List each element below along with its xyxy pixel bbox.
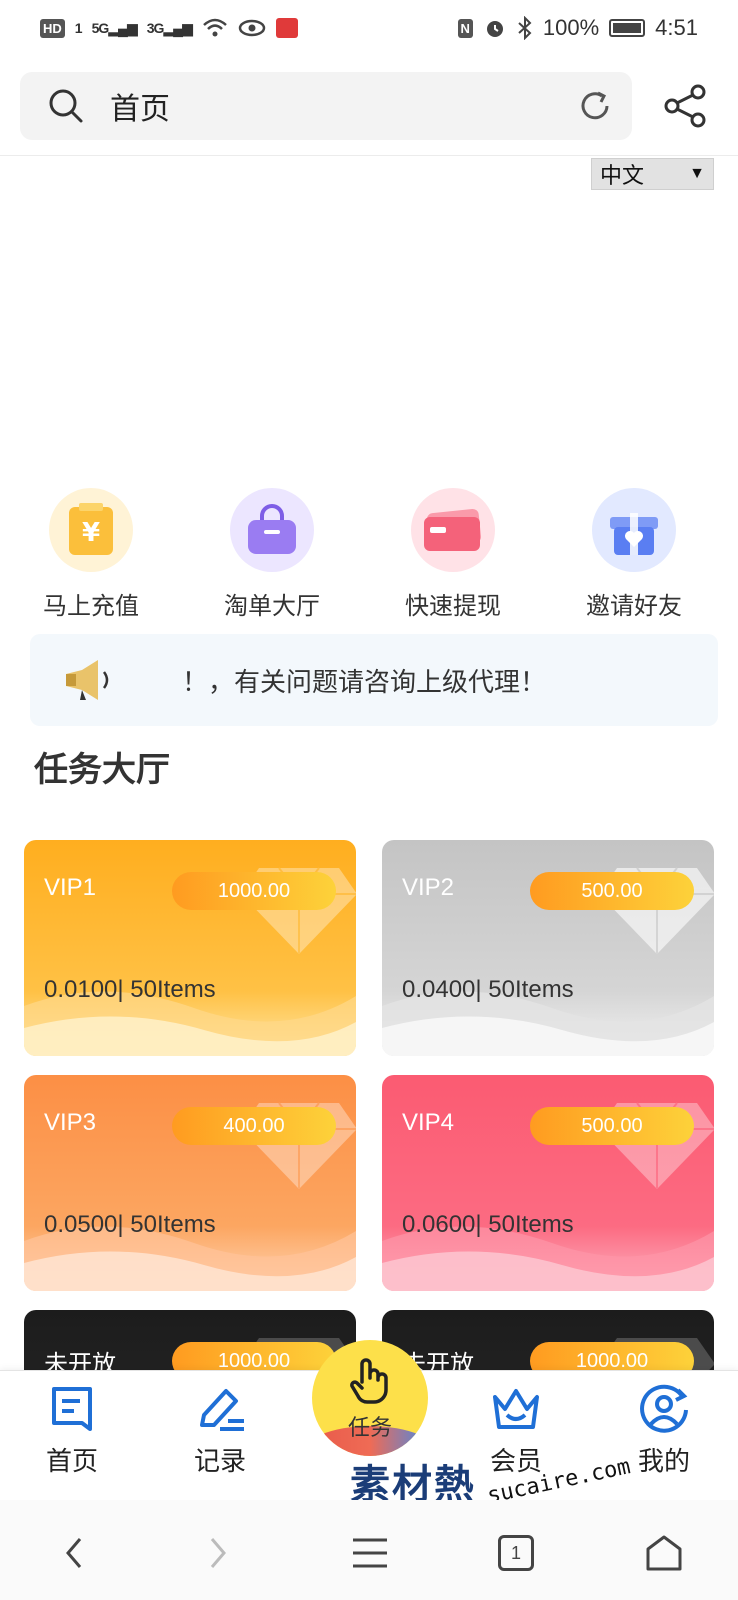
hd-badge: HD xyxy=(40,18,65,38)
clock: 4:51 xyxy=(655,15,698,40)
home-icon xyxy=(646,1535,682,1571)
status-left: HD 1 5G▂▄▆ 3G▂▄▆ xyxy=(40,17,298,39)
search-icon xyxy=(49,89,83,123)
vip-price-badge: 400.00 xyxy=(172,1107,336,1145)
pen-icon xyxy=(193,1383,247,1437)
vip-price-badge: 1000.00 xyxy=(172,872,336,910)
chevron-left-icon xyxy=(66,1538,82,1568)
card-icon xyxy=(411,488,495,572)
alarm-icon xyxy=(486,21,503,37)
notice-bar[interactable]: ！，有关问题请咨询上级代理！ xyxy=(30,634,718,726)
quick-action-label: 邀请好友 xyxy=(586,593,682,620)
tab-home[interactable]: 首页 xyxy=(12,1383,132,1478)
vip-commission-info: 0.0100| 50Items xyxy=(44,976,216,1003)
vip-name: VIP4 xyxy=(402,1109,455,1136)
menu-icon xyxy=(353,1538,387,1568)
forward-button[interactable] xyxy=(190,1528,246,1578)
vip-card[interactable]: VIP2 500.00 0.0400| 50Items xyxy=(382,840,714,1056)
tab-records[interactable]: 记录 xyxy=(160,1383,280,1478)
section-title: 任务大厅 xyxy=(34,751,170,789)
share-icon[interactable] xyxy=(662,82,710,130)
gift-icon xyxy=(592,488,676,572)
chevron-right-icon xyxy=(210,1538,226,1568)
battery-icon xyxy=(609,19,646,37)
vip-commission-info: 0.0600| 50Items xyxy=(402,1211,574,1238)
tap-hand-icon xyxy=(350,1358,388,1404)
quick-action-label: 淘单大厅 xyxy=(224,593,320,620)
megaphone-icon xyxy=(66,660,109,700)
browser-toolbar: 首页 xyxy=(0,56,738,156)
vip-card[interactable]: VIP1 1000.00 0.0100| 50Items xyxy=(24,840,356,1056)
tab-label: 首页 xyxy=(45,1446,98,1476)
vip-commission-info: 0.0500| 50Items xyxy=(44,1211,216,1238)
browser-nav-bar: 1 xyxy=(0,1500,738,1600)
user-icon xyxy=(637,1383,691,1437)
vip-card[interactable]: VIP4 500.00 0.0600| 50Items xyxy=(382,1075,714,1291)
quick-actions: ¥ 马上充值 淘单大厅 快速提现 邀请好友 xyxy=(0,488,738,621)
language-value: 中文 xyxy=(600,163,645,188)
recharge-icon: ¥ xyxy=(49,488,133,572)
vip-commission-info: 0.0400| 50Items xyxy=(402,976,574,1003)
notice-text: ！，有关问题请咨询上级代理！ xyxy=(182,667,547,697)
tabs-button[interactable]: 1 xyxy=(488,1528,544,1578)
wifi-icon xyxy=(203,18,227,37)
quick-action-orders[interactable]: 淘单大厅 xyxy=(187,488,357,621)
app-notification-icon xyxy=(275,18,298,38)
tab-label: 我的 xyxy=(637,1446,690,1476)
home-button[interactable] xyxy=(636,1528,692,1578)
quick-action-label: 快速提现 xyxy=(405,593,501,620)
quick-action-withdraw[interactable]: 快速提现 xyxy=(368,488,538,621)
tab-count: 1 xyxy=(510,1542,521,1563)
home-doc-icon xyxy=(45,1383,99,1437)
net-3g-label: 3G xyxy=(146,19,165,36)
tab-label: 任务 xyxy=(347,1415,392,1440)
vip-name: VIP2 xyxy=(402,874,455,901)
signal-5g-icon: 5G▂▄▆ xyxy=(91,19,138,36)
bluetooth-icon xyxy=(518,16,532,40)
dropdown-arrow-icon: ▼ xyxy=(689,165,705,182)
address-bar[interactable]: 首页 xyxy=(20,72,632,140)
vip-name: VIP1 xyxy=(44,874,97,901)
quick-action-invite[interactable]: 邀请好友 xyxy=(549,488,719,621)
sim-number: 1 xyxy=(74,20,83,36)
refresh-icon[interactable] xyxy=(576,87,614,125)
back-button[interactable] xyxy=(46,1528,102,1578)
menu-button[interactable] xyxy=(342,1528,398,1578)
vip-price-badge: 500.00 xyxy=(530,1107,694,1145)
quick-action-recharge[interactable]: ¥ 马上充值 xyxy=(6,488,176,621)
vip-name: VIP3 xyxy=(44,1109,97,1136)
crown-icon xyxy=(489,1383,543,1437)
tab-count-icon: 1 xyxy=(498,1535,534,1571)
bag-icon xyxy=(230,488,314,572)
svg-text:¥: ¥ xyxy=(82,518,100,548)
address-text[interactable]: 首页 xyxy=(110,84,576,128)
eye-icon xyxy=(238,19,266,37)
status-bar: HD 1 5G▂▄▆ 3G▂▄▆ N 100% 4:51 xyxy=(0,0,738,56)
tab-label: 记录 xyxy=(193,1446,246,1476)
vip-card[interactable]: VIP3 400.00 0.0500| 50Items xyxy=(24,1075,356,1291)
signal-3g-icon: 3G▂▄▆ xyxy=(146,19,193,36)
language-select[interactable]: 中文 ▼ xyxy=(591,158,714,190)
tab-task[interactable]: 任务 xyxy=(312,1340,428,1456)
quick-action-label: 马上充值 xyxy=(43,593,139,620)
nfc-icon: N xyxy=(457,18,473,38)
battery-percent: 100% xyxy=(542,15,600,40)
net-5g-label: 5G xyxy=(91,19,110,36)
vip-price-badge: 500.00 xyxy=(530,872,694,910)
status-right: N 100% 4:51 xyxy=(457,15,698,41)
